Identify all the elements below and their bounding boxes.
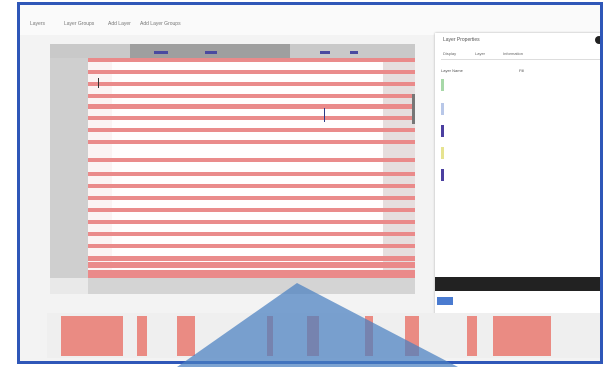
screenshot-frame: Layers Layer Groups Add Layer Add Layer … xyxy=(0,0,605,367)
blue-triangle-overlay xyxy=(177,283,458,367)
